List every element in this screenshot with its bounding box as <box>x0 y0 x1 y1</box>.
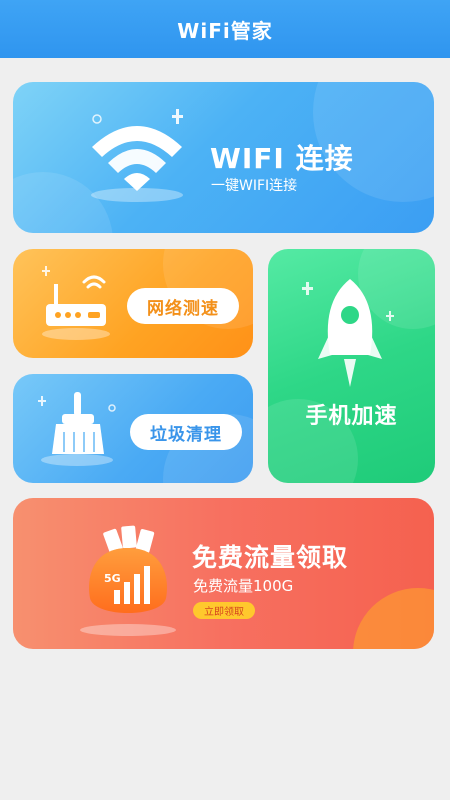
junk-clean-button[interactable]: 垃圾清理 <box>130 414 242 450</box>
app-header: WiFi管家 <box>0 0 450 58</box>
router-icon <box>42 266 110 340</box>
5g-badge: 5G <box>104 572 121 585</box>
broom-icon <box>38 392 116 466</box>
claim-now-button[interactable]: 立即领取 <box>193 602 255 619</box>
rocket-icon <box>302 279 394 387</box>
signal-bag-icon <box>80 525 176 636</box>
page-title: WiFi管家 <box>177 18 273 43</box>
wifi-card-title: WIFI 连接 <box>210 142 354 175</box>
speed-test-button[interactable]: 网络测速 <box>127 288 239 324</box>
phone-boost-label: 手机加速 <box>305 404 398 429</box>
wifi-card-subtitle: 一键WIFI连接 <box>211 178 298 194</box>
free-data-subtitle: 免费流量100G <box>193 577 294 595</box>
decorative-circle <box>353 588 434 649</box>
wifi-icon <box>91 109 183 202</box>
free-data-title: 免费流量领取 <box>192 543 349 572</box>
